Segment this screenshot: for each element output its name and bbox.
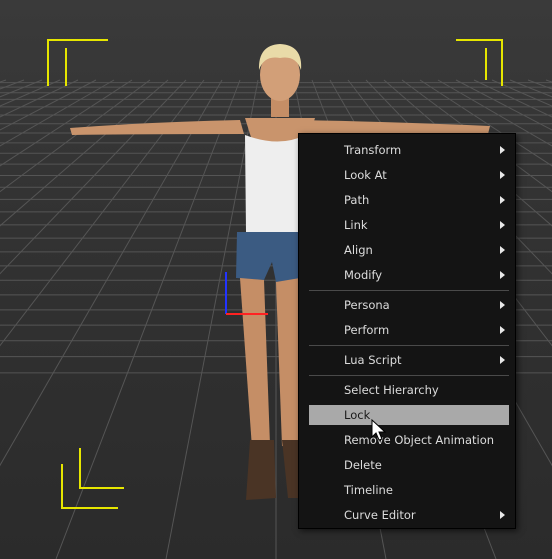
3d-viewport[interactable]: Transform Look At Path Link Align Modify…	[0, 0, 552, 559]
submenu-arrow-icon	[500, 196, 505, 204]
menu-item-path[interactable]: Path	[309, 190, 509, 210]
submenu-arrow-icon	[500, 246, 505, 254]
menu-item-label: Remove Object Animation	[344, 433, 495, 447]
submenu-arrow-icon	[500, 221, 505, 229]
menu-item-label: Lock	[344, 408, 371, 422]
submenu-arrow-icon	[500, 171, 505, 179]
menu-item-label: Transform	[344, 143, 402, 157]
menu-item-label: Timeline	[344, 483, 393, 497]
menu-separator	[309, 290, 509, 291]
frame-corner-top-right	[456, 39, 503, 86]
menu-item-link[interactable]: Link	[309, 215, 509, 235]
context-menu: Transform Look At Path Link Align Modify…	[298, 133, 516, 529]
menu-item-transform[interactable]: Transform	[309, 140, 509, 160]
menu-item-label: Look At	[344, 168, 387, 182]
menu-item-label: Delete	[344, 458, 382, 472]
submenu-arrow-icon	[500, 326, 505, 334]
submenu-arrow-icon	[500, 271, 505, 279]
menu-item-label: Persona	[344, 298, 390, 312]
menu-item-timeline[interactable]: Timeline	[309, 480, 509, 500]
menu-item-label: Lua Script	[344, 353, 402, 367]
menu-item-delete[interactable]: Delete	[309, 455, 509, 475]
submenu-arrow-icon	[500, 356, 505, 364]
frame-corner-bottom-left-inner	[79, 448, 124, 489]
menu-item-curve-editor[interactable]: Curve Editor	[309, 505, 509, 525]
submenu-arrow-icon	[500, 511, 505, 519]
menu-item-select-hierarchy[interactable]: Select Hierarchy	[309, 380, 509, 400]
menu-item-label: Perform	[344, 323, 390, 337]
submenu-arrow-icon	[500, 301, 505, 309]
menu-item-modify[interactable]: Modify	[309, 265, 509, 285]
menu-item-remove-object-animation[interactable]: Remove Object Animation	[309, 430, 509, 450]
submenu-arrow-icon	[500, 146, 505, 154]
menu-item-lock[interactable]: Lock	[309, 405, 509, 425]
menu-item-label: Select Hierarchy	[344, 383, 439, 397]
menu-separator	[309, 375, 509, 376]
menu-item-label: Align	[344, 243, 373, 257]
menu-separator	[309, 345, 509, 346]
menu-item-label: Modify	[344, 268, 383, 282]
menu-item-lua-script[interactable]: Lua Script	[309, 350, 509, 370]
menu-item-label: Link	[344, 218, 368, 232]
menu-item-look-at[interactable]: Look At	[309, 165, 509, 185]
menu-item-label: Curve Editor	[344, 508, 416, 522]
menu-item-align[interactable]: Align	[309, 240, 509, 260]
mouse-cursor-icon	[371, 419, 387, 441]
menu-item-perform[interactable]: Perform	[309, 320, 509, 340]
frame-corner-bottom-left	[61, 464, 118, 509]
frame-corner-top-left	[47, 39, 108, 86]
menu-item-label: Path	[344, 193, 370, 207]
menu-item-persona[interactable]: Persona	[309, 295, 509, 315]
